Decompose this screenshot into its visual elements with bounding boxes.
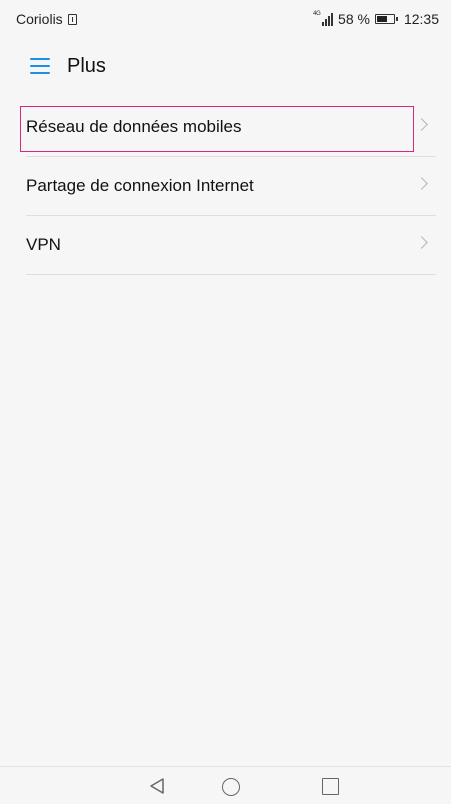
list-item-label: Partage de connexion Internet: [26, 176, 254, 195]
battery-percentage: 58 %: [338, 11, 370, 27]
navigation-bar: [0, 766, 451, 804]
status-right: 4G 58 % 12:35: [313, 11, 439, 27]
home-circle-icon[interactable]: [222, 778, 240, 796]
back-triangle-icon[interactable]: [148, 777, 166, 795]
list-item-label: VPN: [26, 235, 61, 254]
clock: 12:35: [403, 11, 439, 27]
chevron-right-icon: [415, 236, 428, 249]
list-item-label: Réseau de données mobiles: [26, 117, 242, 136]
app-bar: Plus: [0, 38, 451, 98]
status-bar: Coriolis 4G 58 % 12:35: [0, 0, 451, 38]
carrier-name: Coriolis: [16, 11, 63, 27]
recents-square-icon[interactable]: [322, 778, 339, 795]
sim-card-icon: [67, 13, 77, 25]
chevron-right-icon: [415, 177, 428, 190]
network-type-label: 4G: [313, 11, 321, 17]
list-item-tethering[interactable]: Partage de connexion Internet: [26, 157, 436, 216]
chevron-right-icon: [415, 118, 428, 131]
settings-list: Réseau de données mobiles Partage de con…: [0, 98, 451, 275]
list-item-vpn[interactable]: VPN: [26, 216, 436, 275]
signal-bars: [322, 13, 334, 26]
signal-strength-icon: 4G: [313, 11, 334, 26]
hamburger-menu-icon[interactable]: [30, 58, 50, 74]
battery-icon: [374, 14, 398, 24]
list-item-mobile-data[interactable]: Réseau de données mobiles: [26, 98, 436, 157]
status-left: Coriolis: [16, 11, 77, 27]
page-title: Plus: [67, 55, 106, 77]
phone-screen: Coriolis 4G 58 % 12:35 Plus Réseau de do…: [0, 0, 451, 804]
